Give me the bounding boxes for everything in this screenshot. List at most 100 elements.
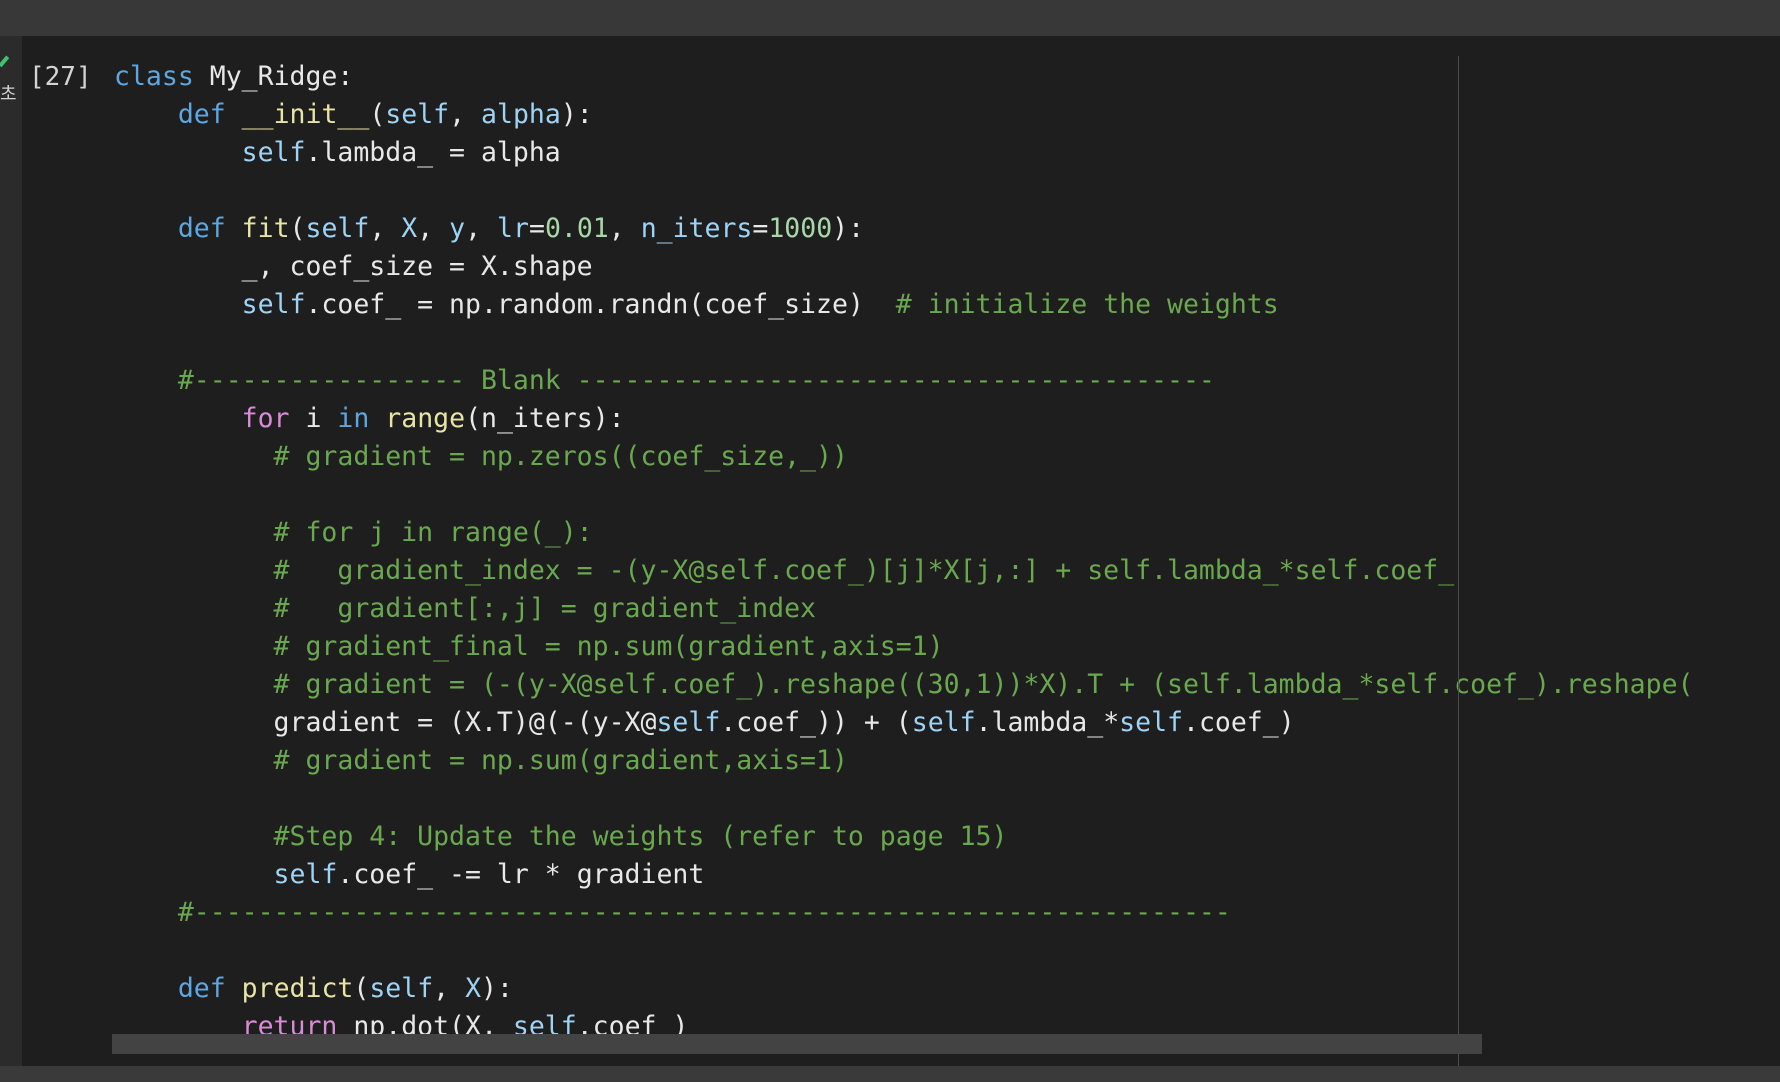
code-token: i [289,403,338,434]
code-token: n_iters [640,213,753,244]
cell-gutter[interactable] [0,36,22,1066]
code-token: __init__ [241,99,370,130]
code-line[interactable] [114,780,1693,818]
code-line[interactable]: def predict(self, X): [114,970,1693,1008]
code-token: #----------------- Blank ---------------… [177,365,1215,396]
code-token: .coef_) [1182,707,1295,738]
code-token: , [608,213,641,244]
code-editor[interactable]: class My_Ridge: def __init__(self, alpha… [114,58,1693,1046]
code-token: def [177,99,226,130]
code-line[interactable]: # gradient = np.sum(gradient,axis=1) [114,742,1693,780]
code-token: ( [353,973,370,1004]
code-cell[interactable]: [27] class My_Ridge: def __init__(self, … [22,36,1780,1066]
bottom-strip [0,1066,1780,1082]
code-line[interactable]: # gradient[:,j] = gradient_index [114,590,1693,628]
code-token: for [241,403,290,434]
code-line[interactable]: # gradient = (-(y-X@self.coef_).reshape(… [114,666,1694,704]
code-token: .coef_ = np.random.randn(coef_size) [305,289,896,320]
code-token: : [337,61,354,92]
code-token: ( [289,213,306,244]
code-token: , [465,213,498,244]
code-token: X [465,973,482,1004]
code-line[interactable]: def __init__(self, alpha): [114,96,1693,134]
code-token: fit [241,213,290,244]
execution-count: [27] [29,62,92,92]
code-token: X [401,213,418,244]
code-token: , [369,213,402,244]
code-token: .lambda_ = alpha [305,137,561,168]
code-line[interactable] [114,932,1693,970]
code-line[interactable]: self.coef_ = np.random.randn(coef_size) … [114,286,1693,324]
code-line[interactable]: #---------------------------------------… [114,894,1693,932]
code-token: self [305,213,370,244]
code-token: .lambda_* [975,707,1120,738]
code-token: (n_iters): [465,403,625,434]
code-token: in [337,403,370,434]
code-token: # gradient = np.sum(gradient,axis=1) [273,745,848,776]
code-token: self [1119,707,1183,738]
code-line[interactable] [114,324,1693,362]
code-token: ): [560,99,593,130]
code-token: lr [497,213,529,244]
code-line[interactable]: # gradient = np.zeros((coef_size,_)) [114,438,1693,476]
code-line[interactable]: self.lambda_ = alpha [114,134,1693,172]
code-token: # for j in range(_): [273,517,593,548]
code-token: .coef_ -= lr * gradient [337,859,705,890]
horizontal-scrollbar[interactable] [112,1034,1482,1054]
code-token: My_Ridge [209,61,338,92]
code-token: self [656,707,721,738]
code-line[interactable]: #----------------- Blank ---------------… [114,362,1693,400]
code-token: alpha [481,99,561,130]
code-token: .coef_)) + ( [720,707,912,738]
code-token: # gradient_final = np.sum(gradient,axis=… [273,631,944,662]
code-token: #Step 4: Update the weights (refer to pa… [273,821,1008,852]
code-line[interactable]: for i in range(n_iters): [114,400,1693,438]
code-line[interactable] [114,476,1693,514]
code-token: = [752,213,769,244]
code-token: self [385,99,450,130]
code-line[interactable]: class My_Ridge: [114,58,1693,96]
code-token: self [369,973,434,1004]
code-line[interactable]: # for j in range(_): [114,514,1693,552]
code-token: , [449,99,482,130]
code-line[interactable]: # gradient_index = -(y-X@self.coef_)[j]*… [114,552,1693,590]
code-token: # gradient = (-(y-X@self.coef_).reshape(… [273,669,1694,700]
code-token: 0.01 [544,213,609,244]
execution-time-glyph: 초 [0,84,17,105]
code-token: self [273,859,338,890]
code-token: ): [481,973,513,1004]
code-token: self [241,289,306,320]
code-token: y [449,213,466,244]
code-line[interactable] [114,172,1693,210]
code-token: , [433,973,466,1004]
code-line[interactable]: _, coef_size = X.shape [114,248,1693,286]
code-line[interactable]: gradient = (X.T)@(-(y-X@self.coef_)) + (… [114,704,1693,742]
code-token: # gradient[:,j] = gradient_index [273,593,816,624]
code-token: range [385,403,466,434]
code-token: = [528,213,545,244]
code-token: ( [369,99,386,130]
code-line[interactable]: #Step 4: Update the weights (refer to pa… [114,818,1693,856]
code-token: predict [241,973,354,1004]
code-line[interactable]: # gradient_final = np.sum(gradient,axis=… [114,628,1693,666]
code-token: self [911,707,976,738]
code-line[interactable]: def fit(self, X, y, lr=0.01, n_iters=100… [114,210,1693,248]
code-line[interactable]: self.coef_ -= lr * gradient [114,856,1693,894]
code-token: 1000 [768,213,833,244]
notebook-top-bar [0,0,1780,36]
